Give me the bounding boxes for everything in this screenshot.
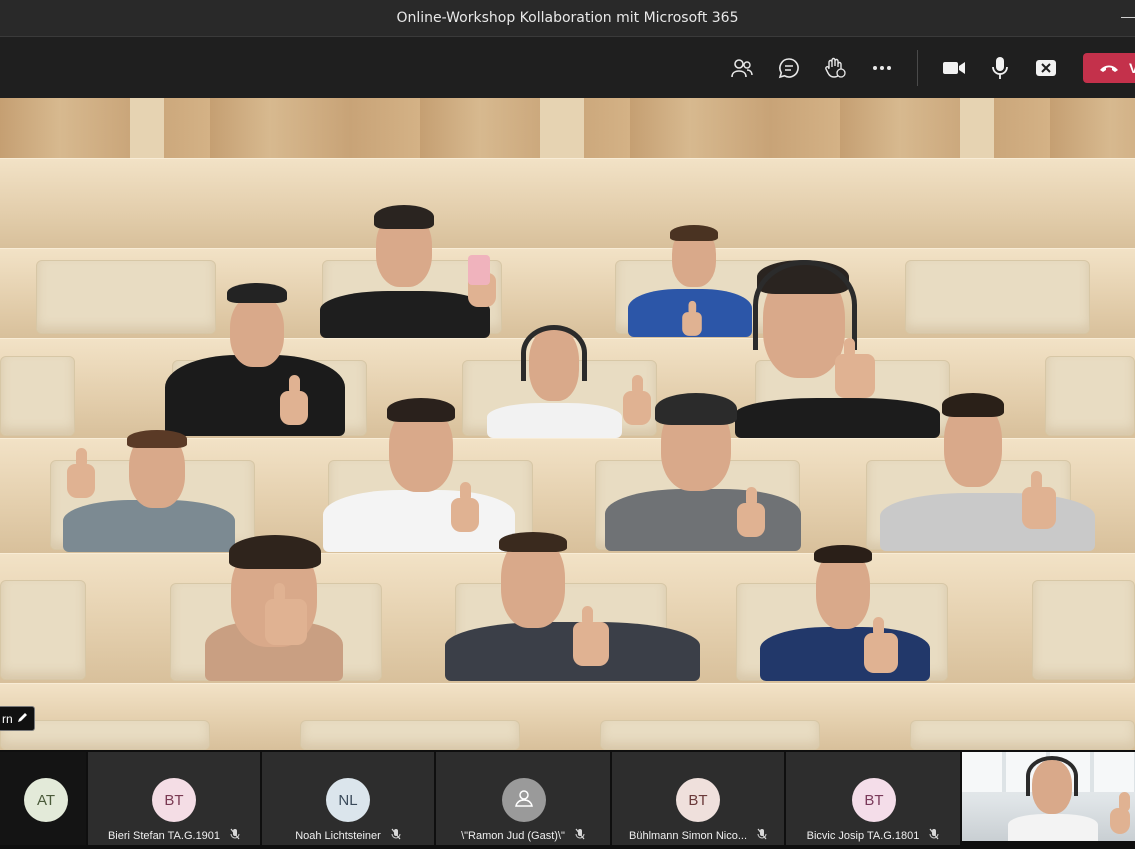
- meeting-toolbar: V: [0, 36, 1135, 98]
- participant-video: [760, 545, 935, 681]
- participant-roster-strip: AT BT Bieri Stefan TA.G.1901 NL Noah Lic…: [0, 750, 1135, 849]
- toolbar-divider: [917, 50, 918, 86]
- participant-name-tag[interactable]: rn: [0, 706, 35, 731]
- camera-icon[interactable]: [941, 56, 967, 80]
- person-placeholder-icon: [513, 787, 535, 813]
- mic-muted-icon: [391, 828, 401, 843]
- participant-video: [318, 203, 538, 338]
- auditorium-seat: [0, 356, 75, 436]
- roster-name-row: Bicvic Josip TA.G.1801: [786, 828, 960, 843]
- avatar-initials: BT: [164, 791, 184, 809]
- thumbs-up-icon: [682, 300, 702, 336]
- avatar: BT: [676, 778, 720, 822]
- window-title: Online-Workshop Kollaboration mit Micros…: [396, 10, 739, 26]
- ceiling-beam: [540, 98, 584, 160]
- participant-video: [880, 393, 1100, 551]
- roster-name-row: \"Ramon Jud (Gast)\": [436, 828, 610, 843]
- roster-tile[interactable]: BT Bühlmann Simon Nico...: [612, 752, 784, 845]
- auditorium-seat: [300, 720, 520, 750]
- roster-tile[interactable]: NL Noah Lichtsteiner: [262, 752, 434, 845]
- name-tag-text: rn: [2, 711, 13, 726]
- leave-button-label: V: [1129, 60, 1135, 76]
- avatar: BT: [852, 778, 896, 822]
- participant-name: Bieri Stefan TA.G.1901: [107, 829, 221, 842]
- avatar: NL: [326, 778, 370, 822]
- mic-muted-icon: [575, 828, 585, 843]
- people-icon[interactable]: [729, 56, 755, 80]
- avatar-initials: BT: [688, 791, 708, 809]
- minimize-button[interactable]: [1121, 17, 1135, 18]
- mic-muted-icon: [230, 828, 240, 843]
- raise-hand-icon[interactable]: [822, 56, 848, 80]
- participant-video: [605, 391, 805, 551]
- hang-up-icon: [1099, 60, 1119, 76]
- thumbs-up-icon: [737, 487, 765, 537]
- together-mode-stage: rn: [0, 98, 1135, 750]
- share-tray-icon[interactable]: [1033, 56, 1059, 80]
- avatar: AT: [24, 778, 68, 822]
- roster-tile[interactable]: BT Bicvic Josip TA.G.1801: [786, 752, 960, 845]
- thumbs-up-icon: [835, 338, 875, 398]
- participant-name: Noah Lichtsteiner: [295, 829, 381, 842]
- mic-muted-icon: [757, 828, 767, 843]
- roster-tile[interactable]: AT: [0, 752, 86, 845]
- self-body: [1008, 814, 1098, 841]
- avatar: BT: [152, 778, 196, 822]
- mic-muted-icon: [929, 828, 939, 843]
- headset-icon: [1026, 756, 1078, 796]
- thumbs-up-icon: [265, 583, 307, 645]
- more-options-icon[interactable]: [869, 56, 895, 80]
- roster-name-row: Bühlmann Simon Nico...: [612, 828, 784, 843]
- chat-icon[interactable]: [776, 56, 802, 80]
- participant-video: [445, 532, 700, 681]
- thumbs-up-icon: [1110, 792, 1130, 834]
- roster-name-row: Bieri Stefan TA.G.1901: [88, 828, 260, 843]
- auditorium-seat: [0, 580, 86, 680]
- roster-tile[interactable]: \"Ramon Jud (Gast)\": [436, 752, 610, 845]
- roster-tile[interactable]: BT Bieri Stefan TA.G.1901: [88, 752, 260, 845]
- avatar-initials: NL: [338, 791, 358, 809]
- self-view-video[interactable]: [962, 752, 1135, 841]
- participant-video: [205, 535, 345, 681]
- auditorium-seat: [600, 720, 820, 750]
- prop-object: [468, 255, 490, 285]
- avatar-initials: BT: [864, 791, 884, 809]
- participant-video: [323, 398, 518, 552]
- thumbs-up-icon: [67, 448, 95, 498]
- participant-name: Bicvic Josip TA.G.1801: [806, 829, 920, 842]
- auditorium-seat: [1032, 580, 1135, 680]
- thumbs-up-icon: [280, 375, 308, 425]
- ceiling-beam: [130, 98, 164, 160]
- auditorium-seat: [910, 720, 1135, 750]
- participant-name: \"Ramon Jud (Gast)\": [461, 829, 565, 842]
- ceiling-beam: [960, 98, 994, 160]
- participant-name: Bühlmann Simon Nico...: [629, 829, 747, 842]
- pencil-icon: [17, 712, 28, 726]
- thumbs-up-icon: [1022, 471, 1056, 529]
- window-titlebar: Online-Workshop Kollaboration mit Micros…: [0, 0, 1135, 36]
- avatar: [502, 778, 546, 822]
- auditorium-tier: [0, 158, 1135, 248]
- leave-button[interactable]: V: [1083, 53, 1135, 83]
- thumbs-up-icon: [451, 482, 479, 532]
- microphone-icon[interactable]: [987, 56, 1013, 80]
- thumbs-up-icon: [864, 617, 898, 673]
- participant-video: [63, 430, 238, 552]
- roster-name-row: Noah Lichtsteiner: [262, 828, 434, 843]
- thumbs-up-icon: [573, 606, 609, 666]
- avatar-initials: AT: [36, 791, 56, 809]
